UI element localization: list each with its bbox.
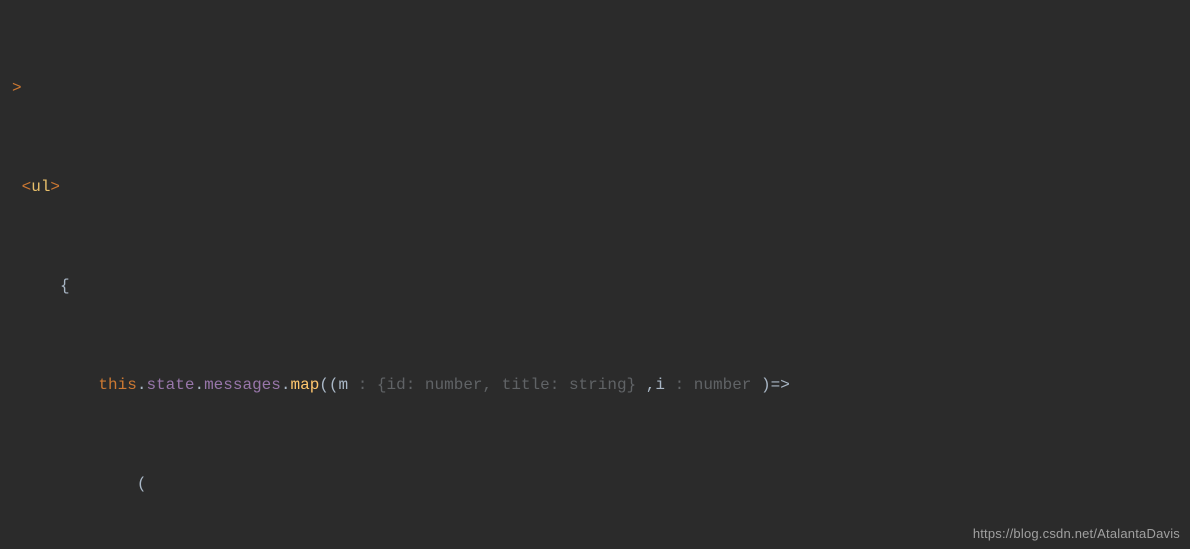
- bracket: <: [22, 178, 32, 196]
- code-line: {: [0, 270, 1190, 303]
- code-line: (: [0, 468, 1190, 501]
- bracket: >: [12, 79, 22, 97]
- watermark: https://blog.csdn.net/AtalantaDavis: [973, 526, 1180, 541]
- tag-name: ul: [31, 178, 50, 196]
- keyword-this: this: [98, 376, 136, 394]
- code-editor[interactable]: > <ul> { this.state.messages.map((m : {i…: [0, 0, 1190, 549]
- code-line: <ul>: [0, 171, 1190, 204]
- code-line: >: [0, 72, 1190, 105]
- inlay-hint: : {id: number, title: string}: [348, 376, 646, 394]
- code-line: this.state.messages.map((m : {id: number…: [0, 369, 1190, 402]
- brace: {: [60, 277, 70, 295]
- inlay-hint: : number: [665, 376, 761, 394]
- bracket: >: [50, 178, 60, 196]
